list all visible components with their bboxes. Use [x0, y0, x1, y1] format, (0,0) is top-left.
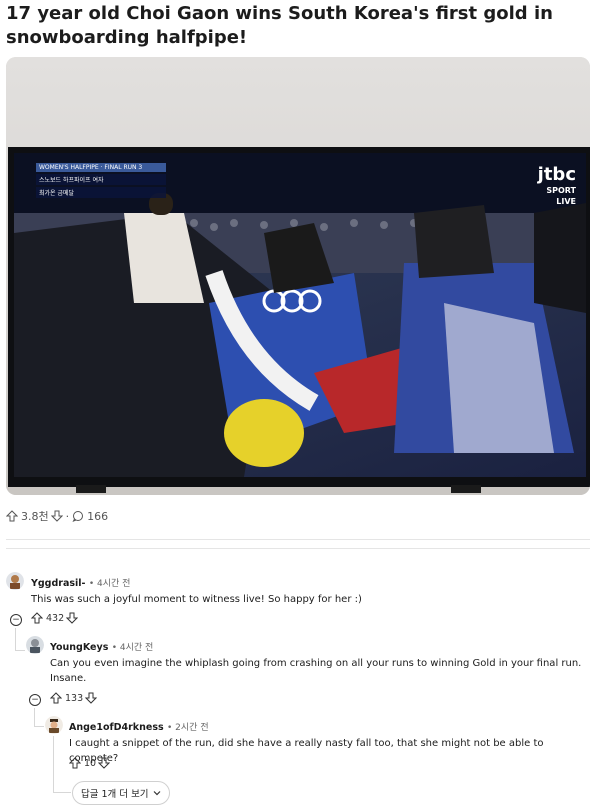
- more-replies-label: 답글 1개 더 보기: [81, 789, 149, 800]
- thread-line[interactable]: [15, 628, 16, 650]
- tv-stand-right: [451, 485, 481, 493]
- channel-logo: jtbc SPORT LIVE: [530, 165, 576, 207]
- thread-line[interactable]: [53, 736, 54, 792]
- comment-vote-count: 432: [46, 612, 65, 624]
- chyron-headline: 최가온 금메달: [36, 187, 166, 198]
- comment-header: Ange1ofD4rkness • 2시간 전: [69, 720, 209, 733]
- separator-dot: ·: [65, 509, 70, 523]
- post-title[interactable]: 17 year old Choi Gaon wins South Korea's…: [6, 2, 586, 50]
- comment-time: • 4시간 전: [88, 579, 131, 589]
- comment-timestamp: 4시간 전: [119, 643, 154, 653]
- broadcast-chyron: WOMEN'S HALFPIPE · FINAL RUN 3 스노보드 하프파이…: [36, 163, 166, 205]
- avatar[interactable]: [45, 716, 63, 734]
- downvote-arrow-icon[interactable]: [97, 757, 111, 769]
- upvote-arrow-icon[interactable]: [49, 692, 63, 704]
- speech-bubble-icon[interactable]: [72, 510, 84, 522]
- comment-time: • 2시간 전: [167, 723, 209, 733]
- upvote-arrow-icon[interactable]: [68, 757, 82, 769]
- comment-text-line: Insane.: [50, 673, 87, 684]
- comment-votes: 133: [49, 692, 98, 704]
- chyron-event-korean: 스노보드 하프파이프 여자: [36, 174, 166, 185]
- upvote-arrow-icon[interactable]: [30, 612, 44, 624]
- comment-count: 166: [87, 509, 109, 523]
- comment-vote-count: 133: [65, 692, 84, 704]
- comment-vote-count: 10: [84, 757, 97, 769]
- comment-time: • 4시간 전: [111, 643, 154, 653]
- upvote-arrow-icon[interactable]: [5, 510, 19, 522]
- comment-text: Can you even imagine the whiplash going …: [50, 656, 588, 686]
- tv-screen: WOMEN'S HALFPIPE · FINAL RUN 3 스노보드 하프파이…: [14, 153, 586, 477]
- comment-header: YoungKeys • 4시간 전: [50, 640, 153, 653]
- avatar[interactable]: [6, 572, 24, 590]
- tv-stand-left: [76, 485, 106, 493]
- comment-votes: 10: [68, 757, 111, 769]
- downvote-arrow-icon[interactable]: [84, 692, 98, 704]
- comment-username[interactable]: Ange1ofD4rkness: [69, 722, 164, 733]
- thread-line: [15, 650, 25, 651]
- thread-line: [34, 726, 44, 727]
- comment-text-line: Can you even imagine the whiplash going …: [50, 658, 582, 669]
- thread-line[interactable]: [34, 708, 35, 726]
- comment-header: Yggdrasil- • 4시간 전: [31, 576, 130, 589]
- more-replies-button[interactable]: 답글 1개 더 보기: [72, 781, 170, 805]
- channel-logo-main: jtbc: [537, 164, 576, 185]
- comment-votes: 432: [30, 612, 79, 624]
- post-actions: 3.8천 · 166: [5, 508, 109, 524]
- comment-text: This was such a joyful moment to witness…: [31, 594, 362, 605]
- collapse-minus-icon[interactable]: −: [29, 694, 41, 706]
- comment-timestamp: 2시간 전: [175, 723, 209, 733]
- downvote-arrow-icon[interactable]: [65, 612, 79, 624]
- television: WOMEN'S HALFPIPE · FINAL RUN 3 스노보드 하프파이…: [8, 147, 590, 487]
- comment-timestamp: 4시간 전: [97, 579, 131, 589]
- avatar[interactable]: [26, 636, 44, 654]
- divider: [6, 539, 590, 540]
- channel-logo-live: LIVE: [556, 197, 576, 206]
- downvote-arrow-icon[interactable]: [50, 510, 63, 522]
- divider: [6, 548, 590, 549]
- comment-username[interactable]: YoungKeys: [50, 642, 108, 653]
- channel-logo-sport: SPORT: [546, 186, 576, 195]
- post-image[interactable]: WOMEN'S HALFPIPE · FINAL RUN 3 스노보드 하프파이…: [6, 57, 590, 495]
- comment-username[interactable]: Yggdrasil-: [31, 578, 86, 589]
- post-vote-count: 3.8천: [21, 510, 49, 523]
- comment-text: I caught a snippet of the run, did she h…: [69, 738, 544, 764]
- thread-line: [53, 792, 71, 793]
- chyron-event: WOMEN'S HALFPIPE · FINAL RUN 3: [36, 163, 166, 172]
- chevron-down-icon: [153, 789, 161, 797]
- collapse-minus-icon[interactable]: −: [10, 614, 22, 626]
